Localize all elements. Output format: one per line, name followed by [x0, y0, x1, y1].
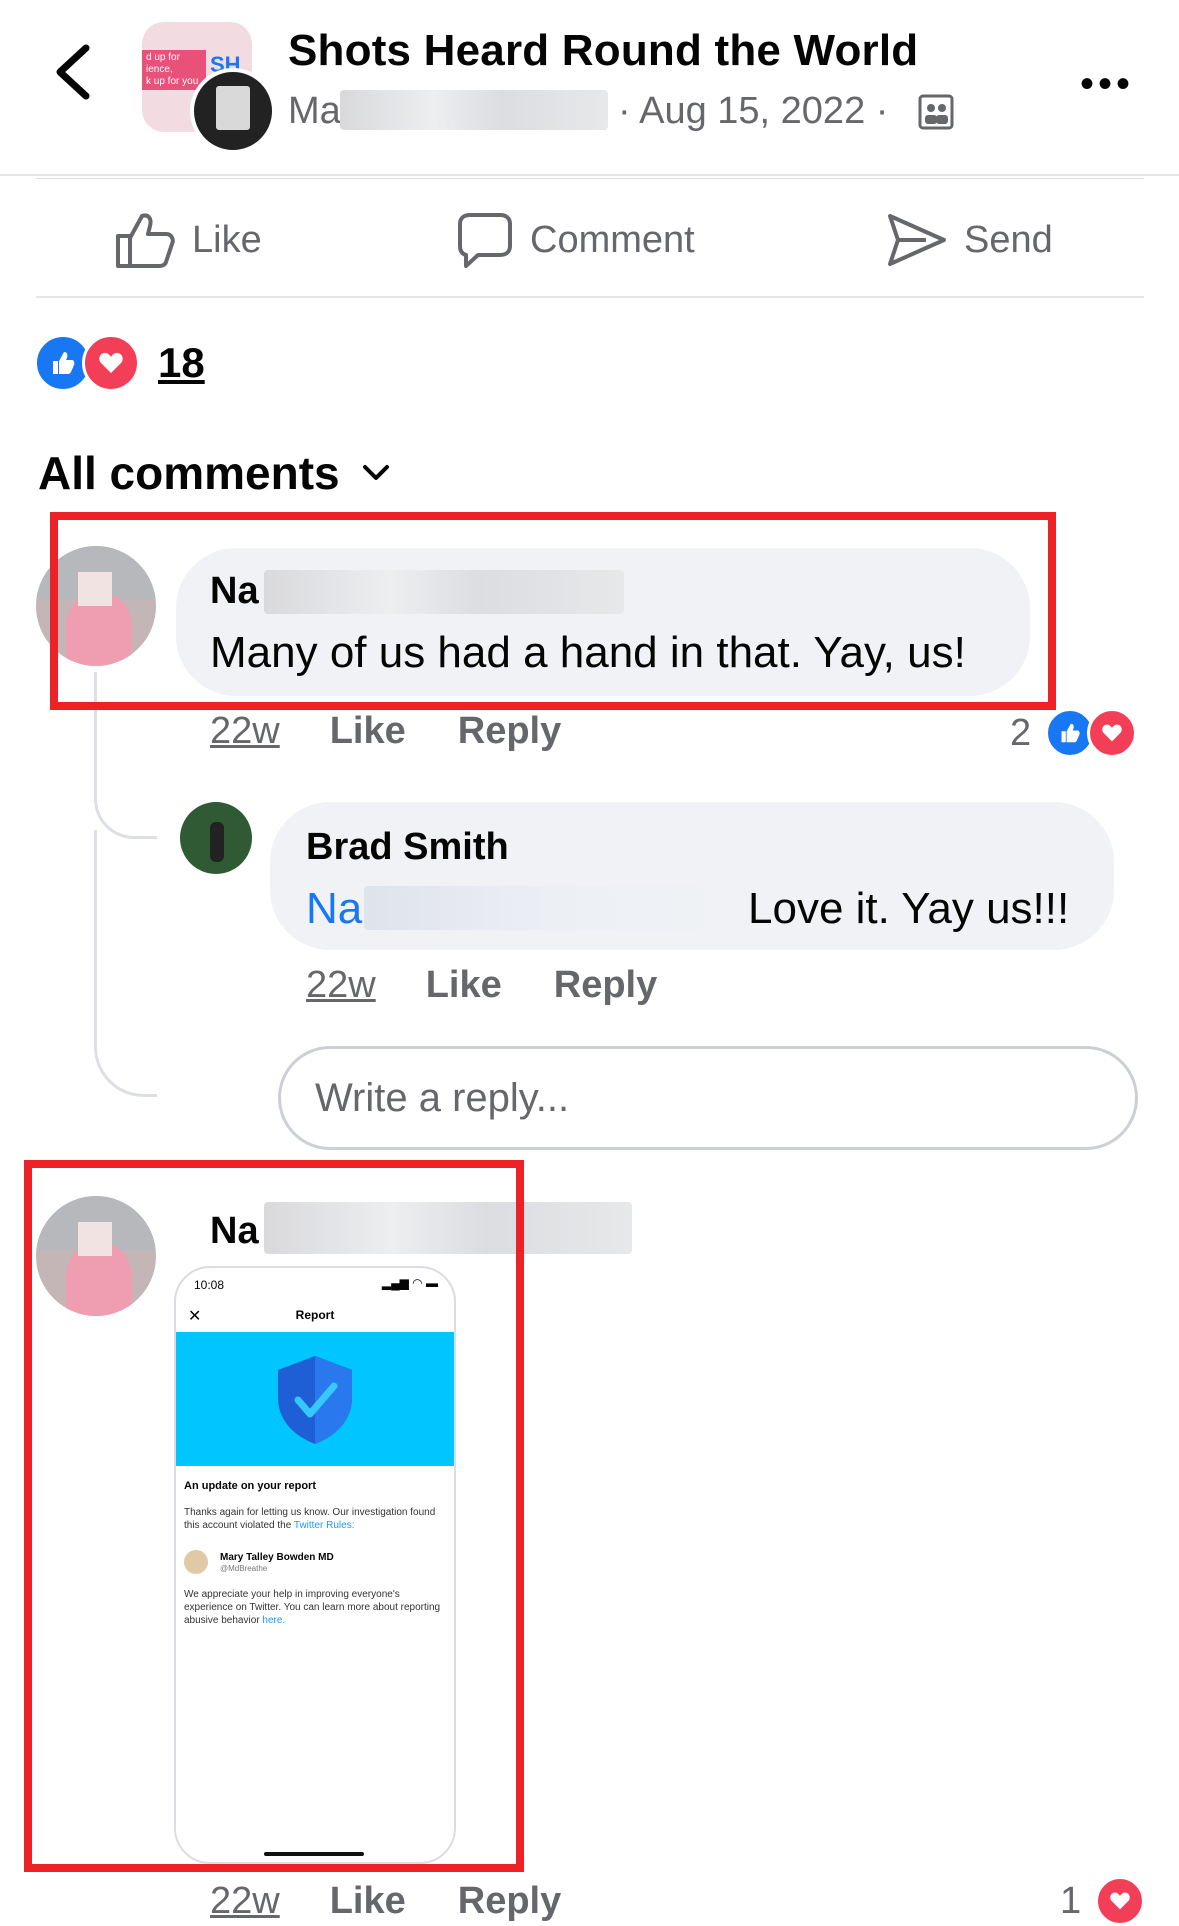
reply-like-button[interactable]: Like	[426, 964, 502, 1007]
author-name[interactable]: Ma	[288, 90, 341, 132]
reaction-count[interactable]: 18	[158, 339, 205, 387]
send-icon	[888, 214, 946, 266]
more-options-icon[interactable]: •••	[1080, 62, 1134, 107]
chevron-down-icon	[362, 465, 389, 480]
comment3-reactions[interactable]: 1	[1060, 1876, 1146, 1926]
comment-like-button[interactable]: Like	[330, 710, 406, 753]
mention-tag[interactable]: Na	[306, 884, 362, 934]
replier-avatar[interactable]	[180, 802, 252, 874]
replier-name[interactable]: Brad Smith	[306, 826, 509, 869]
reply-reply-button[interactable]: Reply	[554, 964, 657, 1007]
comment-time[interactable]: 22w	[210, 710, 280, 753]
comment-reaction-count: 2	[1010, 711, 1032, 754]
reply-time[interactable]: 22w	[306, 964, 376, 1007]
comment3-like-button[interactable]: Like	[330, 1880, 406, 1923]
like-button[interactable]: Like	[114, 210, 262, 270]
author-avatar[interactable]	[190, 68, 276, 154]
reaction-summary[interactable]: 18	[34, 334, 205, 392]
page-title[interactable]: Shots Heard Round the World	[288, 26, 918, 76]
actions-divider	[36, 296, 1144, 298]
comment-reply-button[interactable]: Reply	[458, 710, 561, 753]
love-reaction-icon	[1087, 708, 1138, 758]
reply-text: Love it. Yay us!!!	[748, 884, 1070, 933]
comment3-actions: 22w Like Reply	[210, 1880, 613, 1923]
thumbs-up-icon	[116, 213, 175, 268]
comments-filter-label: All comments	[38, 447, 340, 499]
comment-reactions[interactable]: 2	[1010, 708, 1138, 758]
love-reaction-icon	[82, 334, 140, 392]
post-meta: Ma	[288, 90, 341, 133]
redacted-author	[340, 90, 608, 130]
post-date: · Aug 15, 2022 ·	[618, 90, 889, 132]
back-arrow-icon[interactable]	[52, 42, 94, 102]
reply-thread-line-2	[94, 830, 157, 1097]
header-divider-inner	[36, 178, 1144, 179]
group-privacy-icon	[918, 94, 954, 130]
write-reply-placeholder: Write a reply...	[315, 1075, 570, 1120]
send-button[interactable]: Send	[886, 210, 1053, 270]
group-avatar-text: d up for ience, k up for you	[146, 52, 199, 87]
comment-bubble-icon	[458, 213, 512, 268]
redacted-mention	[364, 886, 734, 930]
comment-button[interactable]: Comment	[454, 210, 695, 270]
reply-actions: 22w Like Reply	[306, 964, 709, 1007]
comment-actions: 22w Like Reply	[210, 710, 613, 753]
write-reply-input[interactable]: Write a reply...	[278, 1046, 1138, 1150]
header-divider	[0, 174, 1179, 176]
love-reaction-icon	[1095, 1876, 1146, 1926]
comment-label: Comment	[530, 218, 695, 261]
highlight-box	[50, 512, 1056, 710]
comments-filter-dropdown[interactable]: All comments	[38, 446, 390, 500]
comment3-time[interactable]: 22w	[210, 1880, 280, 1923]
send-label: Send	[964, 218, 1053, 261]
comment3-reply-button[interactable]: Reply	[458, 1880, 561, 1923]
comment3-reaction-count: 1	[1060, 1879, 1082, 1922]
like-label: Like	[192, 218, 262, 261]
highlight-box-2	[24, 1160, 524, 1872]
